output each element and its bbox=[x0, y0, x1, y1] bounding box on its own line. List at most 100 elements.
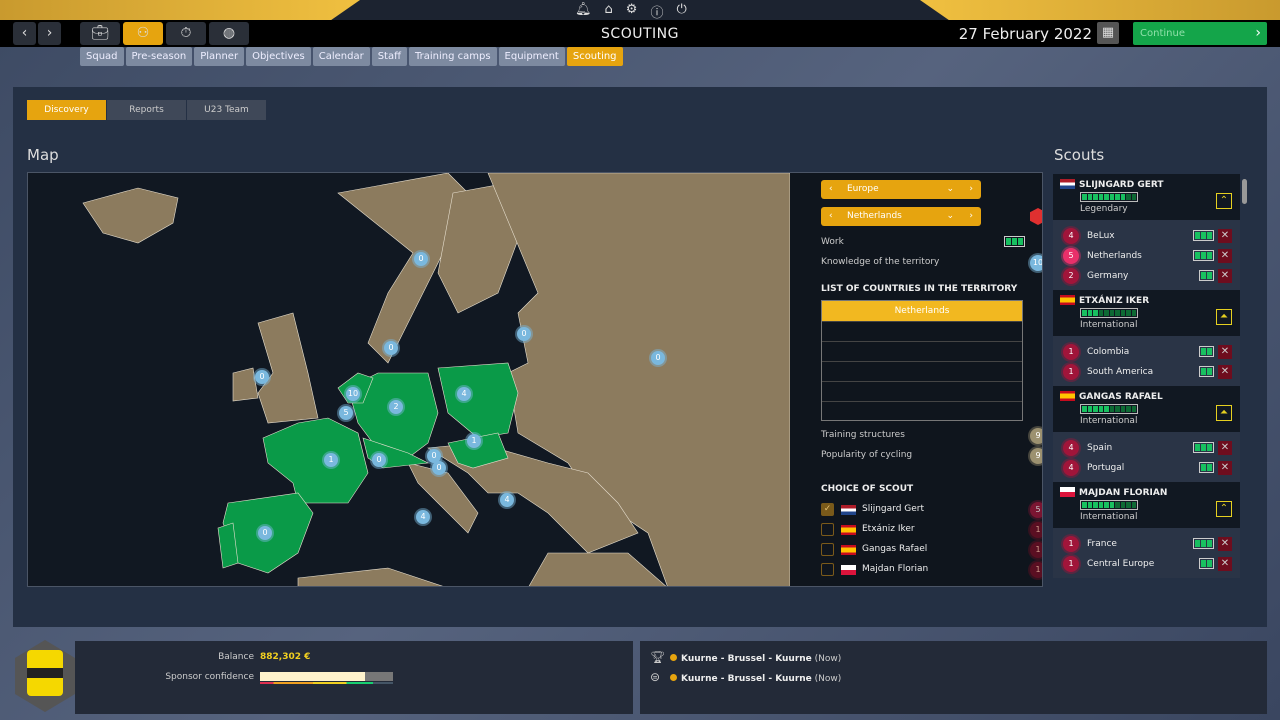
map-marker[interactable]: 4 bbox=[457, 387, 471, 401]
remove-icon[interactable]: ✕ bbox=[1218, 461, 1232, 475]
remove-icon[interactable]: ✕ bbox=[1218, 249, 1232, 263]
power-icon[interactable]: ⏻ bbox=[676, 2, 686, 21]
chevron-right-icon[interactable]: › bbox=[969, 180, 973, 199]
chevron-right-icon[interactable]: › bbox=[969, 207, 973, 226]
scout-assignments: 1 Colombia ✕ 1 South America ✕ bbox=[1053, 336, 1240, 386]
confidence-scale bbox=[260, 682, 393, 684]
remove-icon[interactable]: ✕ bbox=[1218, 537, 1232, 551]
flag-icon bbox=[841, 505, 856, 515]
subtab-calendar[interactable]: Calendar bbox=[312, 47, 370, 66]
info-icon[interactable]: ⓘ bbox=[650, 2, 663, 21]
upgrade-icon[interactable]: ⌃ bbox=[1216, 193, 1232, 209]
scout-choice-badge: 5 bbox=[1030, 502, 1042, 518]
map-marker[interactable]: 0 bbox=[517, 327, 531, 341]
assignment-row[interactable]: 5 Netherlands ✕ bbox=[1053, 246, 1240, 266]
finance-panel: Balance 882,302 € Sponsor confidence bbox=[75, 641, 633, 714]
tab-u23-team[interactable]: U23 Team bbox=[187, 100, 266, 120]
continue-button[interactable]: Continue › bbox=[1133, 22, 1267, 45]
scout-card[interactable]: MAJDAN FLORIAN International ⌃ bbox=[1053, 482, 1240, 528]
assignment-row[interactable]: 4 Portugal ✕ bbox=[1053, 458, 1240, 478]
map-marker[interactable]: 4 bbox=[416, 510, 430, 524]
scout-choice-name: Etxániz Iker bbox=[862, 524, 915, 534]
scout-card[interactable]: GANGAS RAFAEL International ⏶ bbox=[1053, 386, 1240, 432]
remove-icon[interactable]: ✕ bbox=[1218, 441, 1232, 455]
subtab-training-camps[interactable]: Training camps bbox=[408, 47, 497, 66]
remove-icon[interactable]: ✕ bbox=[1218, 557, 1232, 571]
remove-icon[interactable]: ✕ bbox=[1218, 269, 1232, 283]
assignment-row[interactable]: 1 Central Europe ✕ bbox=[1053, 554, 1240, 574]
scout-assignments: 4 BeLux ✕ 5 Netherlands ✕ 2 Germany ✕ bbox=[1053, 220, 1240, 290]
assignment-badge: 5 bbox=[1063, 248, 1079, 264]
home-icon[interactable]: ⌂ bbox=[605, 2, 613, 21]
calendar-icon[interactable]: ▦ bbox=[1097, 22, 1119, 44]
flag-icon bbox=[1060, 179, 1075, 189]
upgrade-icon[interactable]: ⏶ bbox=[1216, 309, 1232, 325]
assignment-row[interactable]: 1 Colombia ✕ bbox=[1053, 342, 1240, 362]
scout-checkbox[interactable] bbox=[821, 523, 834, 536]
assignment-badge: 1 bbox=[1063, 556, 1079, 572]
chevron-left-icon[interactable]: ‹ bbox=[829, 180, 833, 199]
sponsor-confidence-bar bbox=[260, 672, 393, 681]
country-dropdown[interactable]: ‹ Netherlands ⌄ › bbox=[821, 207, 981, 226]
region-dropdown[interactable]: ‹ Europe ⌄ › bbox=[821, 180, 981, 199]
balance-value: 882,302 € bbox=[260, 652, 311, 662]
race-name: Kuurne - Brussel - Kuurne bbox=[681, 654, 812, 664]
assignment-row[interactable]: 4 Spain ✕ bbox=[1053, 438, 1240, 458]
europe-map[interactable]: 0 0 0 0 10 5 2 4 1 0 1 0 0 0 4 4 0 ‹ Europe ⌄ › ‹ Netherland… bbox=[27, 172, 1043, 587]
subtab-objectives[interactable]: Objectives bbox=[246, 47, 311, 66]
map-marker[interactable]: 2 bbox=[389, 400, 403, 414]
map-marker[interactable]: 1 bbox=[324, 453, 338, 467]
scout-assignments: 1 France ✕ 1 Central Europe ✕ bbox=[1053, 528, 1240, 578]
map-marker[interactable]: 0 bbox=[651, 351, 665, 365]
gear-icon[interactable]: ⚙︎ bbox=[626, 2, 638, 21]
remove-icon[interactable]: ✕ bbox=[1218, 229, 1232, 243]
tab-reports[interactable]: Reports bbox=[107, 100, 186, 120]
upgrade-icon[interactable]: ⏶ bbox=[1216, 405, 1232, 421]
scout-name: MAJDAN FLORIAN bbox=[1079, 488, 1168, 498]
current-date: 27 February 2022 bbox=[958, 25, 1092, 43]
assignment-row[interactable]: 1 France ✕ bbox=[1053, 534, 1240, 554]
subtab-equipment[interactable]: Equipment bbox=[498, 47, 565, 66]
scout-checkbox[interactable] bbox=[821, 563, 834, 576]
assignment-badge: 4 bbox=[1063, 460, 1079, 476]
remove-icon[interactable]: ✕ bbox=[1218, 365, 1232, 379]
map-marker[interactable]: 0 bbox=[372, 453, 386, 467]
map-marker[interactable]: 0 bbox=[255, 370, 269, 384]
assignment-row[interactable]: 2 Germany ✕ bbox=[1053, 266, 1240, 286]
subtab-staff[interactable]: Staff bbox=[371, 47, 407, 66]
map-marker[interactable]: 5 bbox=[339, 406, 353, 420]
map-marker[interactable]: 1 bbox=[467, 434, 481, 448]
map-marker[interactable]: 0 bbox=[258, 526, 272, 540]
upgrade-icon[interactable]: ⌃ bbox=[1216, 501, 1232, 517]
scout-card[interactable]: SLIJNGARD GERT Legendary ⌃ bbox=[1053, 174, 1240, 220]
assignment-row[interactable]: 1 South America ✕ bbox=[1053, 362, 1240, 382]
subtab-planner[interactable]: Planner bbox=[194, 47, 245, 66]
tab-discovery[interactable]: Discovery bbox=[27, 100, 106, 120]
map-marker[interactable]: 0 bbox=[432, 461, 446, 475]
map-marker[interactable]: 4 bbox=[500, 493, 514, 507]
subtab-pre-season[interactable]: Pre-season bbox=[125, 47, 193, 66]
scout-checkbox[interactable]: ✓ bbox=[821, 503, 834, 516]
country-row[interactable]: Netherlands bbox=[822, 301, 1022, 321]
chevron-left-icon[interactable]: ‹ bbox=[829, 207, 833, 226]
map-svg[interactable] bbox=[28, 173, 791, 587]
scrollbar[interactable] bbox=[1242, 176, 1247, 586]
map-marker[interactable]: 0 bbox=[384, 341, 398, 355]
scout-card[interactable]: ETXÁNIZ IKER International ⏶ bbox=[1053, 290, 1240, 336]
scout-level-bar bbox=[1080, 308, 1138, 318]
subtab-scouting[interactable]: Scouting bbox=[566, 47, 623, 66]
map-marker[interactable]: 0 bbox=[414, 252, 428, 266]
map-marker[interactable]: 10 bbox=[346, 387, 360, 401]
event-row[interactable]: 🏆︎ Kuurne - Brussel - Kuurne (Now) bbox=[650, 650, 841, 664]
stats-icon bbox=[1030, 208, 1042, 225]
assignment-row[interactable]: 4 BeLux ✕ bbox=[1053, 226, 1240, 246]
scout-checkbox[interactable] bbox=[821, 543, 834, 556]
sub-tabs: Squad Pre-season Planner Objectives Calendar… bbox=[80, 47, 623, 66]
info-dot-icon bbox=[670, 674, 677, 681]
scout-name: ETXÁNIZ IKER bbox=[1079, 296, 1150, 306]
subtab-squad[interactable]: Squad bbox=[80, 47, 124, 66]
event-row[interactable]: ⊜ Kuurne - Brussel - Kuurne (Now) bbox=[650, 670, 841, 684]
scouts-list: SLIJNGARD GERT Legendary ⌃ 4 BeLux ✕ 5 Netherla… bbox=[1053, 174, 1240, 587]
bell-icon[interactable]: 🔔︎ bbox=[575, 2, 592, 21]
remove-icon[interactable]: ✕ bbox=[1218, 345, 1232, 359]
